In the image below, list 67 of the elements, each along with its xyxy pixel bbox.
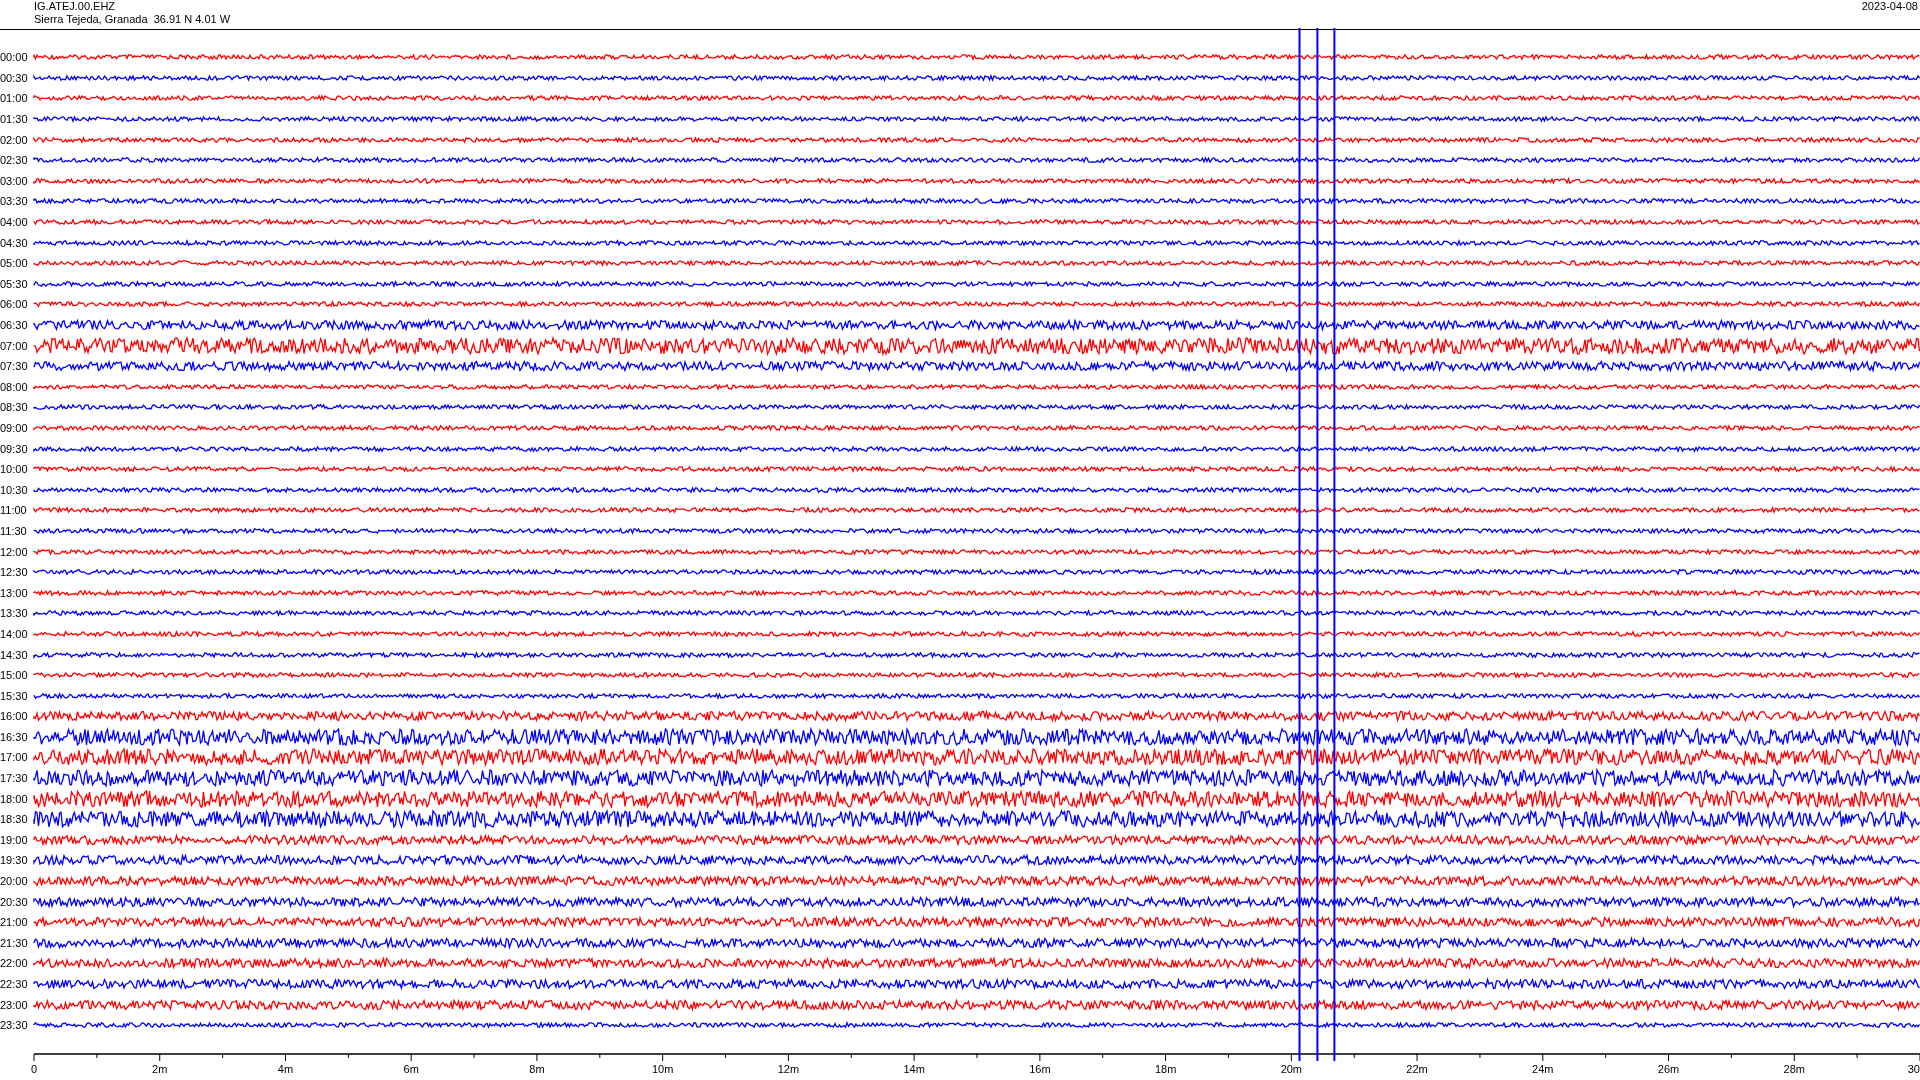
time-label: 13:30 <box>0 607 29 620</box>
time-label: 16:30 <box>0 730 29 743</box>
station-location: Sierra Tejeda, Granada 36.91 N 4.01 W <box>34 13 231 26</box>
time-label: 18:00 <box>0 792 29 805</box>
time-label: 00:00 <box>0 51 29 64</box>
time-label: 20:30 <box>0 895 29 908</box>
time-label: 11:00 <box>0 504 28 517</box>
time-label: 21:30 <box>0 936 29 949</box>
tick-label: 8m <box>529 1062 545 1075</box>
time-label: 06:30 <box>0 319 29 331</box>
tick-label: 30 <box>1907 1062 1920 1075</box>
tick-label: 10m <box>651 1062 674 1075</box>
date-label: 2023-04-08 <box>1861 0 1919 14</box>
time-label: 06:00 <box>0 298 29 311</box>
time-label: 07:30 <box>0 360 29 373</box>
time-label: 11:30 <box>0 524 28 537</box>
time-label: 05:00 <box>0 257 29 270</box>
time-label: 07:00 <box>0 339 29 352</box>
tick-label: 24m <box>1532 1062 1554 1075</box>
time-label: 14:30 <box>0 648 29 661</box>
tick-label: 4m <box>277 1062 294 1075</box>
station-code: IG.ATEJ.00.EHZ <box>34 0 117 13</box>
time-label: 05:30 <box>0 277 29 290</box>
time-label: 13:00 <box>0 586 29 599</box>
tick-label: 26m <box>1657 1062 1680 1075</box>
tick-label: 0 <box>30 1062 38 1075</box>
time-label: 15:00 <box>0 669 29 682</box>
time-label: 23:00 <box>0 998 29 1011</box>
time-label: 22:00 <box>0 957 29 970</box>
time-label: 01:30 <box>0 113 29 126</box>
time-label: 10:30 <box>0 483 29 496</box>
tick-label: 12m <box>777 1062 800 1075</box>
tick-label: 16m <box>1029 1062 1051 1075</box>
time-label: 02:00 <box>0 133 29 146</box>
time-label: 15:30 <box>0 689 29 702</box>
time-label: 02:30 <box>0 154 29 167</box>
time-label: 08:00 <box>0 380 29 393</box>
tick-label: 14m <box>903 1062 925 1075</box>
time-label: 23:30 <box>0 1019 29 1032</box>
tick-label: 18m <box>1154 1062 1177 1075</box>
time-label: 17:30 <box>0 772 29 785</box>
time-label: 09:30 <box>0 442 29 455</box>
time-label: 12:30 <box>0 566 29 579</box>
time-label: 16:00 <box>0 710 29 723</box>
time-label: 09:00 <box>0 422 29 434</box>
time-label: 00:30 <box>0 71 29 84</box>
time-label: 12:00 <box>0 545 29 558</box>
time-label: 14:00 <box>0 627 29 640</box>
time-label: 18:30 <box>0 813 29 826</box>
time-label: 04:00 <box>0 216 29 229</box>
time-label: 04:30 <box>0 236 29 249</box>
tick-label: 22m <box>1406 1062 1428 1075</box>
time-label: 19:00 <box>0 833 29 846</box>
time-label: 01:00 <box>0 92 29 105</box>
tick-label: 2m <box>152 1062 168 1075</box>
tick-label: 6m <box>403 1062 419 1075</box>
time-label: 17:00 <box>0 751 29 764</box>
time-label: 21:00 <box>0 916 29 929</box>
time-label: 03:00 <box>0 174 29 187</box>
time-label: 10:00 <box>0 463 29 476</box>
time-label: 22:30 <box>0 978 29 990</box>
tick-label: 28m <box>1783 1062 1805 1075</box>
time-label: 19:30 <box>0 854 29 867</box>
time-label: 03:30 <box>0 195 29 208</box>
time-label: 20:00 <box>0 875 29 888</box>
time-label: 08:30 <box>0 401 29 414</box>
tick-label: 20m <box>1280 1062 1303 1075</box>
